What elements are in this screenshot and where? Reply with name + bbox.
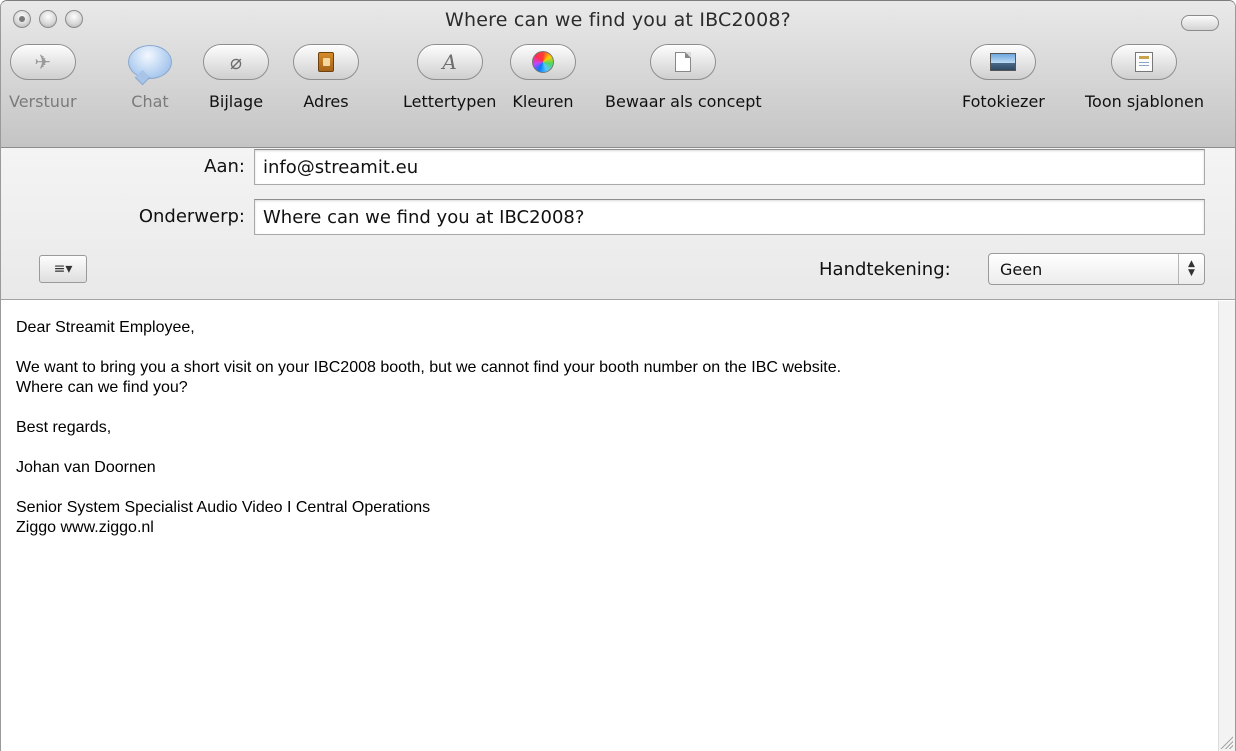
chat-bubble-icon (128, 45, 172, 79)
font-icon: A (442, 50, 457, 74)
closing-line: Best regards, (16, 419, 112, 436)
color-wheel-icon (532, 51, 554, 73)
list-menu-icon: ≡▾ (53, 261, 73, 277)
draft-document-icon (675, 52, 692, 72)
address-button[interactable]: Adres (293, 44, 359, 111)
titlebar: Where can we find you at IBC2008? ✈ Vers… (1, 1, 1235, 148)
subject-field[interactable] (254, 199, 1205, 235)
show-stationery-button[interactable]: Toon sjablonen (1085, 44, 1204, 111)
attachment-button[interactable]: ⌀ Bijlage (203, 44, 269, 111)
show-stationery-label: Toon sjablonen (1085, 92, 1204, 111)
paperclip-icon: ⌀ (229, 50, 243, 74)
photo-browser-button[interactable]: Fotokiezer (962, 44, 1045, 111)
send-button[interactable]: ✈ Verstuur (9, 44, 77, 111)
message-body[interactable]: Dear Streamit Employee, We want to bring… (1, 301, 1219, 751)
message-headers: Aan: Onderwerp: ≡▾ Handtekening: Geen ▲▼ (1, 148, 1235, 300)
chat-label: Chat (131, 92, 169, 111)
stationery-template-icon (1135, 52, 1154, 72)
body-line-1: We want to bring you a short visit on yo… (16, 359, 842, 376)
signature-label: Handtekening: (819, 259, 951, 280)
photo-browser-label: Fotokiezer (962, 92, 1045, 111)
resize-grip-icon[interactable] (1219, 735, 1233, 749)
body-scroll-gutter[interactable] (1218, 301, 1235, 751)
body-paragraph: We want to bring you a short visit on yo… (16, 358, 1204, 398)
to-row: Aan: (1, 149, 1235, 185)
colors-button[interactable]: Kleuren (510, 44, 576, 111)
chat-button[interactable]: Chat (128, 44, 172, 111)
sender-title: Senior System Specialist Audio Video I C… (16, 499, 431, 516)
address-book-icon (318, 52, 334, 72)
to-field[interactable] (254, 149, 1205, 185)
toolbar-toggle-button[interactable] (1181, 15, 1219, 31)
header-options-button[interactable]: ≡▾ (39, 255, 87, 283)
to-label: Aan: (204, 156, 245, 177)
subject-row: Onderwerp: (1, 199, 1235, 235)
colors-label: Kleuren (512, 92, 574, 111)
signature-select[interactable]: Geen ▲ ▼ (988, 253, 1205, 285)
save-draft-button[interactable]: Bewaar als concept (605, 44, 762, 111)
subject-label: Onderwerp: (138, 206, 245, 227)
sender-company: Ziggo www.ziggo.nl (16, 519, 154, 536)
mail-compose-window: Where can we find you at IBC2008? ✈ Vers… (0, 0, 1236, 751)
send-label: Verstuur (9, 92, 77, 111)
address-label: Adres (303, 92, 349, 111)
window-title: Where can we find you at IBC2008? (445, 9, 791, 31)
signature-value: Geen (1000, 259, 1043, 279)
body-line-2: Where can we find you? (16, 379, 188, 396)
toolbar: ✈ Verstuur Chat ⌀ Bijlage Adres A Letter… (1, 44, 1235, 144)
save-draft-label: Bewaar als concept (605, 92, 762, 111)
fonts-label: Lettertypen (403, 92, 497, 111)
sender-name: Johan van Doornen (16, 459, 156, 476)
greeting-line: Dear Streamit Employee, (16, 319, 195, 336)
photo-browser-icon (990, 53, 1017, 71)
attachment-label: Bijlage (208, 92, 264, 111)
send-plane-icon: ✈ (34, 50, 52, 74)
updown-arrows-icon: ▲ ▼ (1178, 254, 1204, 284)
fonts-button[interactable]: A Lettertypen (403, 44, 496, 111)
signature-block: Senior System Specialist Audio Video I C… (16, 498, 1204, 538)
